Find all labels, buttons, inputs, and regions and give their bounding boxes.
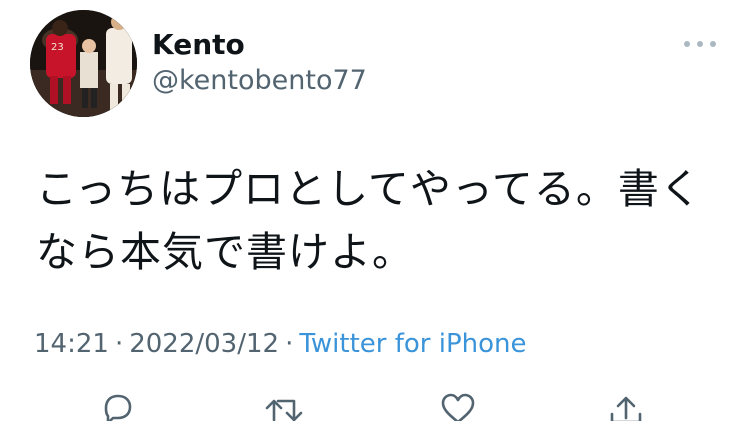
tweet-date[interactable]: 2022/03/12: [129, 329, 279, 359]
tweet-time[interactable]: 14:21: [34, 329, 109, 359]
more-dot: [710, 41, 716, 47]
user-handle[interactable]: @kentobento77: [152, 64, 367, 98]
avatar-image: 23: [30, 10, 137, 117]
svg-text:23: 23: [51, 42, 64, 53]
meta-separator: ·: [114, 329, 124, 359]
tweet-source-link[interactable]: Twitter for iPhone: [299, 329, 526, 359]
retweet-icon[interactable]: [262, 392, 312, 421]
avatar[interactable]: 23: [30, 10, 137, 117]
like-icon[interactable]: [438, 392, 478, 421]
share-icon[interactable]: [606, 392, 646, 421]
display-name[interactable]: Kento: [152, 28, 245, 62]
tweet-text: こっちはプロとしてやってる。書く なら本気で書けよ。: [36, 165, 702, 276]
reply-icon[interactable]: [98, 392, 138, 421]
action-bar: [0, 392, 750, 421]
more-dot: [684, 41, 690, 47]
tweet: 23 Kento @kentobento77 こっちはプロとしてやってる。書く …: [0, 0, 750, 421]
meta-separator: ·: [285, 329, 294, 359]
more-dot: [697, 41, 703, 47]
more-icon[interactable]: [684, 36, 716, 52]
tweet-meta: 14:21 · 2022/03/12 · Twitter for iPhone: [34, 326, 527, 362]
